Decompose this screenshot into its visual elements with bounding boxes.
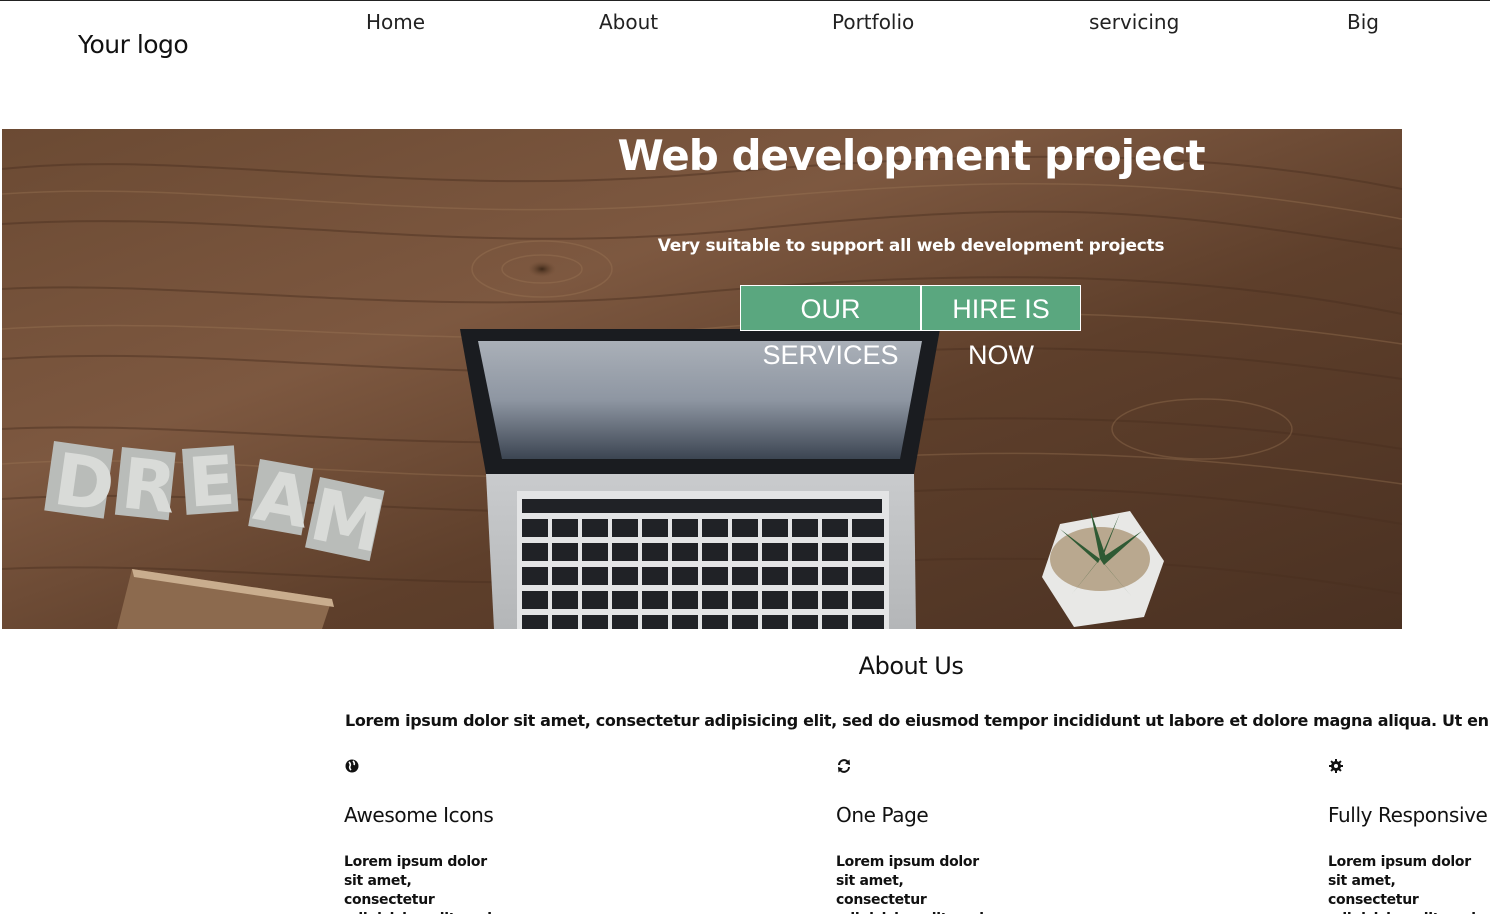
feature-title: One Page — [836, 803, 929, 827]
feature-fully-responsive: Fully Responsive Lorem ipsum dolor sit a… — [1328, 758, 1490, 914]
feature-title: Fully Responsive — [1328, 803, 1488, 827]
feature-text: Lorem ipsum dolor sit amet, consectetur … — [1328, 854, 1476, 914]
svg-text:D: D — [49, 437, 120, 529]
hero-banner: D R E A M — [2, 129, 1402, 629]
nav-big-link[interactable]: Big — [1347, 10, 1379, 34]
nav-home-link[interactable]: Home — [366, 10, 425, 34]
page: Your logo Home About Portfolio servicing… — [0, 0, 1490, 914]
top-border — [0, 0, 1490, 1]
refresh-icon — [838, 759, 850, 773]
hero-title: Web development project — [617, 131, 1205, 180]
hire-now-button[interactable]: HIRE IS NOW — [921, 285, 1081, 370]
feature-text: Lorem ipsum dolor sit amet, consectetur … — [836, 854, 984, 914]
feature-awesome-icons: Awesome Icons Lorem ipsum dolor sit amet… — [344, 758, 514, 914]
our-services-button[interactable]: OUR SERVICES — [740, 285, 921, 370]
globe-icon — [345, 759, 359, 773]
svg-text:E: E — [186, 441, 238, 523]
about-text: Lorem ipsum dolor sit amet, consectetur … — [345, 711, 1490, 730]
site-logo[interactable]: Your logo — [78, 30, 189, 59]
hero-subtitle: Very suitable to support all web develop… — [657, 236, 1165, 256]
nav-portfolio-link[interactable]: Portfolio — [832, 10, 914, 34]
feature-one-page: One Page Lorem ipsum dolor sit amet, con… — [836, 758, 1006, 914]
about-title: About Us — [858, 652, 964, 680]
nav-servicing-link[interactable]: servicing — [1089, 10, 1179, 34]
hero-background-image: D R E A M — [2, 129, 1402, 629]
nav-about-link[interactable]: About — [599, 10, 658, 34]
gear-icon — [1329, 759, 1343, 773]
feature-text: Lorem ipsum dolor sit amet, consectetur … — [344, 854, 492, 914]
feature-title: Awesome Icons — [344, 803, 494, 827]
svg-text:R: R — [118, 442, 180, 529]
